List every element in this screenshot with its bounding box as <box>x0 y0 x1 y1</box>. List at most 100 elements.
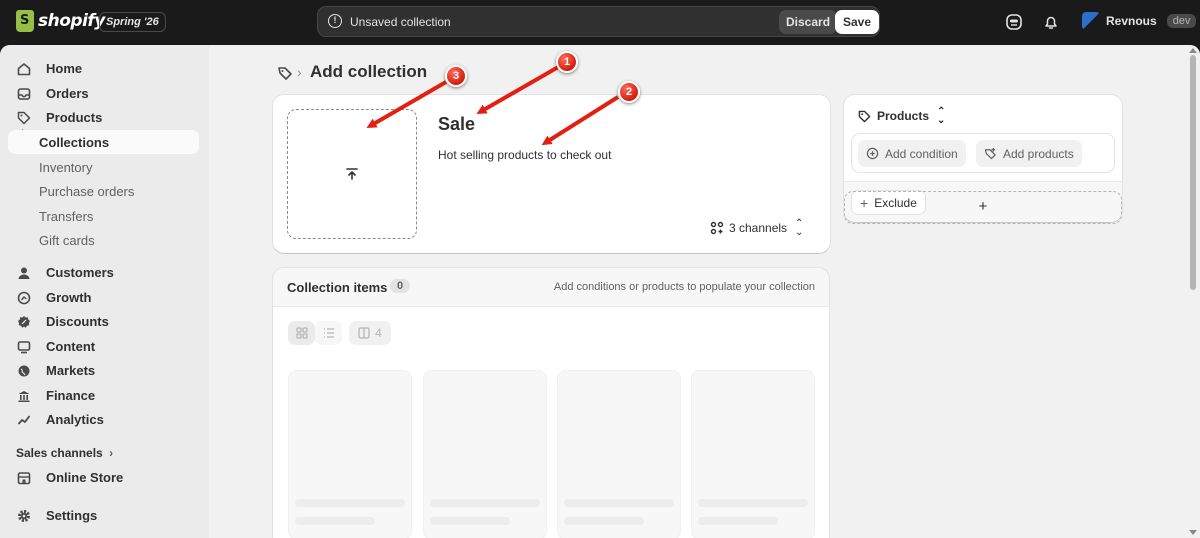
products-header-label: Products <box>877 109 930 123</box>
bank-icon <box>16 388 32 404</box>
placeholder-line <box>430 499 540 507</box>
user-menu[interactable]: Revnous dev <box>1082 12 1197 30</box>
collection-card: Sale Hot selling products to check out 3… <box>273 95 830 253</box>
sales-channels-header[interactable]: Sales channels › <box>16 446 113 460</box>
items-hint: Add conditions or products to populate y… <box>553 281 815 293</box>
chevron-updown-icon: ⌃ ⌄ <box>795 218 804 238</box>
growth-icon <box>16 290 32 306</box>
store-icon <box>16 470 32 486</box>
sidebar-item-home[interactable]: Home <box>8 56 199 81</box>
channels-icon <box>710 221 724 235</box>
placeholder-line <box>698 499 808 507</box>
placeholder-line <box>564 517 644 525</box>
home-icon <box>16 61 32 77</box>
collection-title-input[interactable]: Sale <box>438 114 475 135</box>
list-icon <box>323 328 334 338</box>
chevron-right-icon: › <box>109 446 114 460</box>
columns-count: 4 <box>375 326 382 340</box>
sidebar-item-purchase-orders[interactable]: Purchase orders <box>8 179 199 203</box>
person-icon <box>16 265 32 281</box>
channels-label: 3 channels <box>729 221 788 235</box>
sidebar-item-products[interactable]: Products <box>8 105 199 130</box>
tag-icon <box>858 110 871 122</box>
conditions-area: Add condition Add products <box>851 133 1115 173</box>
sidebar-item-settings[interactable]: Settings <box>8 503 199 528</box>
bell-icon[interactable] <box>1041 12 1061 32</box>
placeholder-line <box>430 517 510 525</box>
sidebar-item-orders[interactable]: Orders <box>8 81 199 106</box>
analytics-icon <box>16 412 32 428</box>
page-title: Add collection <box>310 62 428 81</box>
sidebar: Home Orders Products Collections Invento… <box>0 45 209 538</box>
collection-items-card: Collection items 0 Add conditions or pro… <box>273 268 829 538</box>
channels-selector[interactable]: 3 channels ⌃ ⌄ <box>710 218 804 238</box>
dev-badge: dev <box>1166 14 1197 28</box>
callout-3: 3 <box>445 65 467 87</box>
add-section-button[interactable]: + <box>844 191 1122 224</box>
inbox-icon <box>16 86 32 102</box>
scroll-down-arrow[interactable] <box>1189 530 1197 535</box>
sidebar-item-collections[interactable]: Collections <box>8 130 199 154</box>
avatar <box>1082 12 1100 30</box>
edition-badge: Spring '26 <box>99 12 166 32</box>
products-type-selector[interactable]: Products ⌃ ⌄ <box>858 106 946 126</box>
placeholder-line <box>564 499 674 507</box>
collection-items-title: Collection items <box>287 280 388 295</box>
sidebar-item-gift-cards[interactable]: Gift cards <box>8 228 199 252</box>
columns-icon <box>358 327 370 339</box>
callout-2: 2 <box>618 81 640 103</box>
sidebar-item-inventory[interactable]: Inventory <box>8 155 199 179</box>
sidebar-item-discounts[interactable]: Discounts <box>8 309 199 334</box>
logo-text: shopify <box>38 11 105 31</box>
list-view-toggle[interactable] <box>315 321 342 345</box>
globe-icon <box>16 363 32 379</box>
image-upload-dropzone[interactable] <box>287 109 417 239</box>
page-scrollbar[interactable] <box>1186 45 1200 538</box>
save-button[interactable]: Save <box>835 10 880 34</box>
chevron-updown-icon: ⌃ ⌄ <box>937 106 946 126</box>
placeholder-card <box>691 370 815 538</box>
collection-tag-icon[interactable] <box>277 65 293 81</box>
sidebar-item-finance[interactable]: Finance <box>8 383 199 408</box>
callout-1: 1 <box>556 51 578 73</box>
sidebar-item-online-store[interactable]: Online Store <box>8 465 199 490</box>
placeholder-card <box>423 370 547 538</box>
gear-icon <box>16 508 32 524</box>
placeholder-card <box>288 370 412 538</box>
content-icon <box>16 339 32 355</box>
sidebar-item-transfers[interactable]: Transfers <box>8 204 199 228</box>
sidebar-item-customers[interactable]: Customers <box>8 260 199 285</box>
columns-selector[interactable]: 4 <box>349 321 391 345</box>
sidebar-item-content[interactable]: Content <box>8 334 199 359</box>
discard-button[interactable]: Discard <box>779 10 838 34</box>
tag-plus-icon <box>984 147 996 160</box>
scroll-thumb[interactable] <box>1190 55 1196 290</box>
placeholder-line <box>698 517 778 525</box>
unsaved-text: Unsaved collection <box>350 15 451 29</box>
top-bar: shopify Spring '26 ! Unsaved collection … <box>0 0 1200 45</box>
sidebar-item-analytics[interactable]: Analytics <box>8 407 199 432</box>
placeholder-line <box>295 517 375 525</box>
plus-circle-icon <box>866 147 879 160</box>
add-products-button[interactable]: Add products <box>976 140 1082 167</box>
grid-view-toggle[interactable] <box>288 321 315 345</box>
unsaved-bar: ! Unsaved collection Discard Save <box>317 6 880 37</box>
user-name: Revnous <box>1106 14 1157 28</box>
tag-icon <box>16 110 32 126</box>
breadcrumb-separator: › <box>297 64 302 80</box>
placeholder-card <box>557 370 681 538</box>
alert-icon: ! <box>328 14 342 28</box>
sidekick-icon[interactable] <box>1004 12 1024 32</box>
sidebar-item-markets[interactable]: Markets <box>8 358 199 383</box>
shopify-bag-icon <box>16 10 34 32</box>
placeholder-line <box>295 499 405 507</box>
grid-icon <box>295 327 308 339</box>
scroll-up-arrow[interactable] <box>1189 48 1197 53</box>
upload-icon <box>346 168 358 180</box>
shopify-logo[interactable]: shopify <box>16 10 105 32</box>
collection-description-input[interactable]: Hot selling products to check out <box>438 148 611 162</box>
discount-icon <box>16 314 32 330</box>
sidebar-item-growth[interactable]: Growth <box>8 285 199 310</box>
items-count-badge: 0 <box>390 279 411 293</box>
add-condition-button[interactable]: Add condition <box>858 140 966 167</box>
